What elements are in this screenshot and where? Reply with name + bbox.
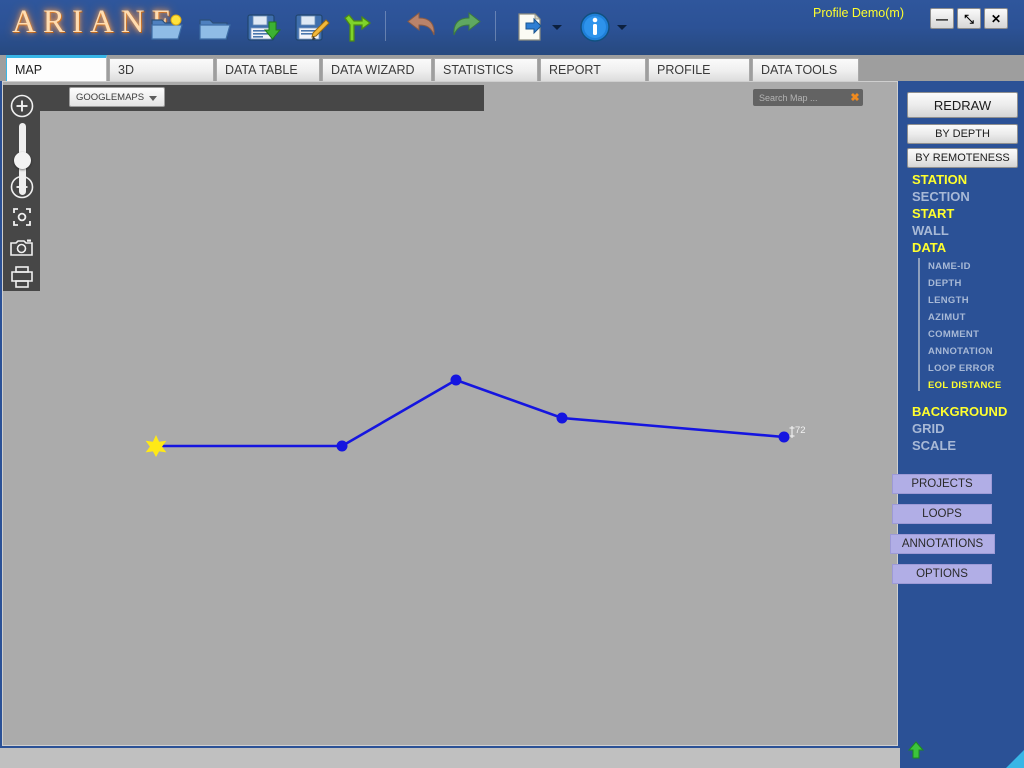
loops-label: LOOPS	[922, 508, 962, 520]
tab-report[interactable]: REPORT	[540, 58, 646, 81]
tab-label: DATA TOOLS	[761, 63, 838, 77]
display-toggle-grid[interactable]: GRID	[912, 421, 945, 436]
tab-statistics[interactable]: STATISTICS	[434, 58, 538, 81]
data-field-group: NAME-ID DEPTH LENGTH AZIMUT COMMENT ANNO…	[918, 258, 1022, 391]
search-clear-icon[interactable]: ✖	[847, 89, 863, 106]
data-field-comment[interactable]: COMMENT	[928, 326, 1022, 343]
zoom-slider-handle[interactable]	[13, 152, 31, 169]
snapshot-icon[interactable]	[8, 233, 36, 261]
redraw-label: REDRAW	[933, 97, 992, 113]
tab-label: PROFILE	[657, 63, 711, 77]
resize-handle[interactable]	[1006, 750, 1024, 768]
tab-label: 3D	[118, 63, 134, 77]
layer-toggle-data[interactable]: DATA	[912, 240, 946, 255]
ariane-application-window: ARIANE Profile Demo(m) — ⤡ ✕ MAP 3D DATA…	[0, 0, 1024, 768]
tab-map[interactable]: MAP	[6, 55, 107, 81]
export-icon[interactable]	[510, 7, 550, 47]
station-marker[interactable]	[450, 374, 462, 386]
survey-plot	[145, 374, 795, 457]
map-tool-palette	[3, 85, 40, 291]
tab-data-tools[interactable]: DATA TOOLS	[752, 58, 859, 81]
options-label: OPTIONS	[916, 568, 968, 580]
data-field-eol-distance[interactable]: EOL DISTANCE	[928, 377, 1022, 394]
map-options-panel: REDRAW BY DEPTH BY REMOTENESS STATION SE…	[890, 81, 1024, 768]
data-field-name-id[interactable]: NAME-ID	[928, 258, 1022, 275]
options-button[interactable]: OPTIONS	[892, 564, 992, 584]
print-icon[interactable]	[8, 263, 36, 291]
up-arrow-icon[interactable]	[907, 741, 925, 759]
tab-label: DATA WIZARD	[331, 63, 415, 77]
survey-line	[156, 378, 785, 448]
station-marker[interactable]	[336, 440, 348, 452]
tab-label: MAP	[15, 62, 43, 77]
eol-distance-label: 72	[795, 425, 806, 436]
data-field-loop-error[interactable]: LOOP ERROR	[928, 360, 1022, 377]
data-field-annotation[interactable]: ANNOTATION	[928, 343, 1022, 360]
restore-button[interactable]: ⤡	[957, 8, 981, 29]
info-dropdown-caret[interactable]	[617, 22, 627, 32]
projects-button[interactable]: PROJECTS	[892, 474, 992, 494]
document-title: Profile Demo(m)	[813, 6, 904, 20]
zoom-slider[interactable]	[9, 123, 35, 195]
chevron-down-icon	[149, 96, 157, 101]
redraw-button[interactable]: REDRAW	[907, 92, 1018, 118]
minimize-glyph: —	[936, 11, 948, 26]
center-view-icon[interactable]	[8, 203, 36, 231]
title-bar: ARIANE Profile Demo(m) — ⤡ ✕	[0, 0, 1024, 55]
tab-profile[interactable]: PROFILE	[648, 58, 750, 81]
by-depth-button[interactable]: BY DEPTH	[907, 124, 1018, 144]
tab-label: DATA TABLE	[225, 63, 298, 77]
annotations-label: ANNOTATIONS	[901, 538, 984, 550]
toolbar-separator-1	[385, 11, 386, 41]
eol-distance-tick-icon	[789, 426, 795, 438]
redo-icon[interactable]	[448, 7, 488, 47]
toolbar-separator-2	[495, 11, 496, 41]
close-glyph: ✕	[990, 11, 1002, 26]
tab-data-table[interactable]: DATA TABLE	[216, 58, 320, 81]
search-map-input[interactable]: Search Map ... ✖	[753, 89, 863, 106]
export-dropdown-caret[interactable]	[552, 22, 562, 32]
tab-3d[interactable]: 3D	[109, 58, 214, 81]
layer-toggle-start[interactable]: START	[912, 206, 954, 221]
new-survey-icon[interactable]	[338, 7, 378, 47]
tab-data-wizard[interactable]: DATA WIZARD	[322, 58, 432, 81]
search-map-placeholder: Search Map ...	[759, 92, 818, 103]
undo-icon[interactable]	[400, 7, 440, 47]
close-button[interactable]: ✕	[984, 8, 1008, 29]
tab-label: STATISTICS	[443, 63, 514, 77]
basemap-select[interactable]: GOOGLEMAPS	[69, 87, 165, 107]
annotations-button[interactable]: ANNOTATIONS	[890, 534, 995, 554]
display-toggle-background[interactable]: BACKGROUND	[912, 404, 1007, 419]
by-remoteness-label: BY REMOTENESS	[915, 152, 1010, 164]
data-field-length[interactable]: LENGTH	[928, 292, 1022, 309]
data-field-depth[interactable]: DEPTH	[928, 275, 1022, 292]
by-depth-label: BY DEPTH	[935, 128, 990, 140]
open-project-icon[interactable]	[194, 7, 234, 47]
layer-toggle-wall[interactable]: WALL	[912, 223, 949, 238]
new-project-icon[interactable]	[146, 7, 186, 47]
basemap-select-value: GOOGLEMAPS	[76, 91, 145, 103]
save-as-icon[interactable]	[290, 7, 330, 47]
map-canvas[interactable]: 72 GOOGLEMAPS Search Map ... ✖	[2, 81, 898, 746]
layer-toggle-section[interactable]: SECTION	[912, 189, 970, 204]
info-icon[interactable]	[575, 7, 615, 47]
projects-label: PROJECTS	[911, 478, 973, 490]
tab-strip: MAP 3D DATA TABLE DATA WIZARD STATISTICS…	[0, 55, 1024, 81]
station-marker[interactable]	[778, 431, 790, 443]
station-marker[interactable]	[556, 412, 568, 424]
by-remoteness-button[interactable]: BY REMOTENESS	[907, 148, 1018, 168]
status-strip	[0, 748, 900, 768]
tab-label: REPORT	[549, 63, 601, 77]
display-toggle-scale[interactable]: SCALE	[912, 438, 956, 453]
minimize-button[interactable]: —	[930, 8, 954, 29]
data-field-azimut[interactable]: AZIMUT	[928, 309, 1022, 326]
save-project-icon[interactable]	[242, 7, 282, 47]
loops-button[interactable]: LOOPS	[892, 504, 992, 524]
restore-glyph: ⤡	[964, 11, 974, 26]
layer-toggle-station[interactable]: STATION	[912, 172, 967, 187]
zoom-in-icon[interactable]	[8, 92, 36, 120]
